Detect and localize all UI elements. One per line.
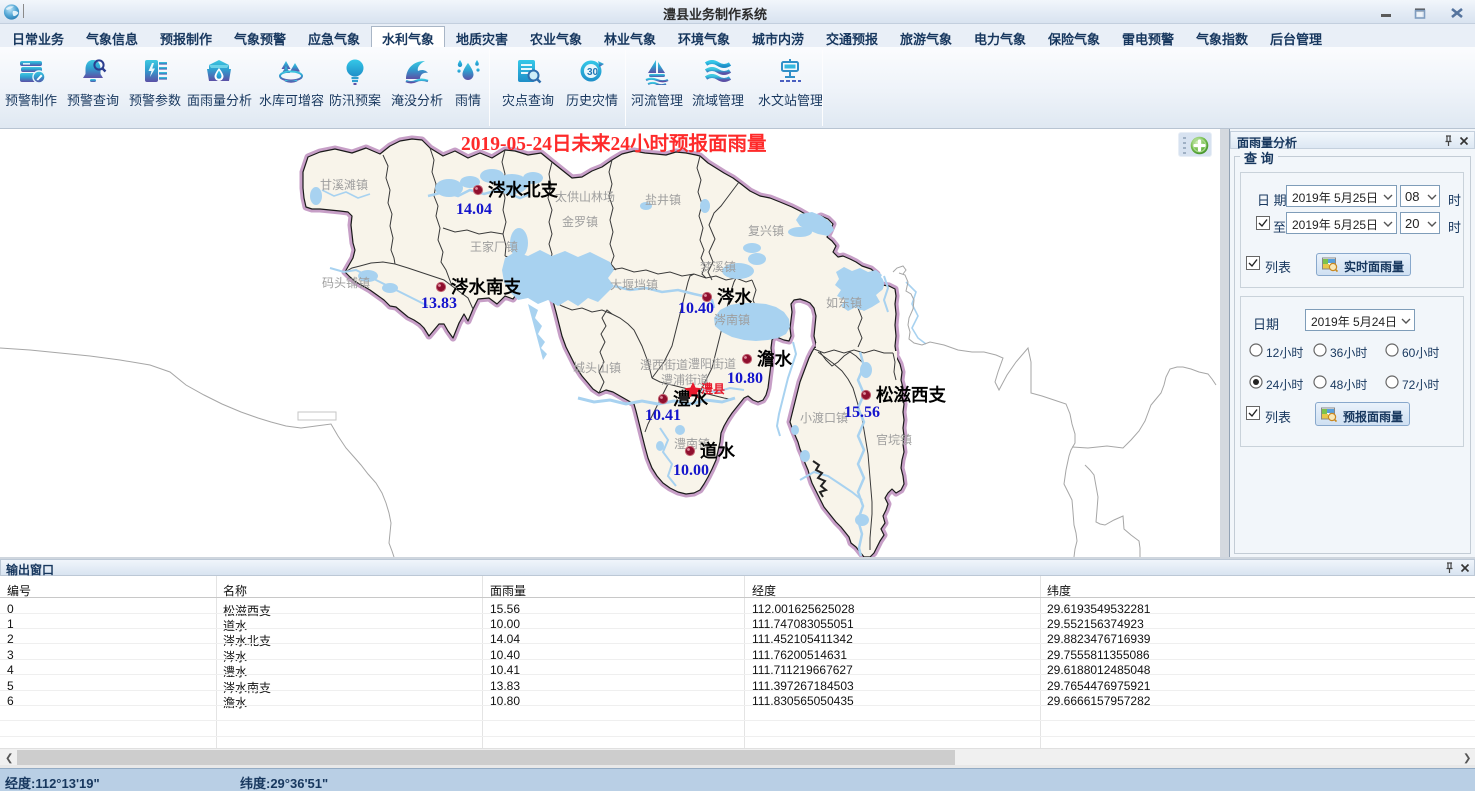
svg-text:涔水: 涔水 [717, 287, 752, 307]
svg-text:盐井镇: 盐井镇 [645, 193, 681, 207]
svg-text:30: 30 [587, 67, 599, 78]
svg-text:15.56: 15.56 [844, 404, 880, 421]
svg-text:松滋西支: 松滋西支 [876, 385, 946, 405]
svg-text:大堰垱镇: 大堰垱镇 [610, 278, 658, 292]
svg-text:金罗镇: 金罗镇 [562, 214, 598, 229]
svg-text:澧水: 澧水 [673, 389, 708, 409]
svg-text:澹水: 澹水 [757, 349, 792, 369]
svg-text:码头铺镇: 码头铺镇 [322, 276, 370, 290]
svg-text:澧西街道: 澧西街道 [640, 358, 688, 372]
svg-text:梦溪镇: 梦溪镇 [700, 260, 736, 274]
svg-text:小渡口镇: 小渡口镇 [800, 410, 848, 425]
svg-text:10.80: 10.80 [727, 370, 763, 387]
svg-text:道水: 道水 [700, 441, 735, 461]
svg-text:澧阳街道: 澧阳街道 [688, 357, 736, 371]
svg-text:太供山林场: 太供山林场 [555, 189, 615, 204]
svg-text:涔南镇: 涔南镇 [714, 312, 750, 327]
svg-text:官垸镇: 官垸镇 [876, 432, 912, 447]
svg-text:王家厂镇: 王家厂镇 [470, 239, 518, 254]
svg-text:城头山镇: 城头山镇 [573, 361, 621, 375]
svg-text:涔水南支: 涔水南支 [451, 277, 521, 297]
svg-text:10.40: 10.40 [678, 300, 714, 317]
svg-text:14.04: 14.04 [456, 201, 492, 218]
svg-text:甘溪滩镇: 甘溪滩镇 [320, 178, 368, 192]
svg-text:13.83: 13.83 [421, 295, 457, 312]
svg-text:如东镇: 如东镇 [826, 295, 862, 310]
svg-text:10.00: 10.00 [673, 462, 709, 479]
svg-text:2019-05-24日未来24小时预报面雨量: 2019-05-24日未来24小时预报面雨量 [461, 132, 767, 155]
svg-text:涔水北支: 涔水北支 [488, 180, 558, 200]
svg-text:复兴镇: 复兴镇 [748, 224, 784, 238]
svg-text:10.41: 10.41 [645, 407, 681, 424]
